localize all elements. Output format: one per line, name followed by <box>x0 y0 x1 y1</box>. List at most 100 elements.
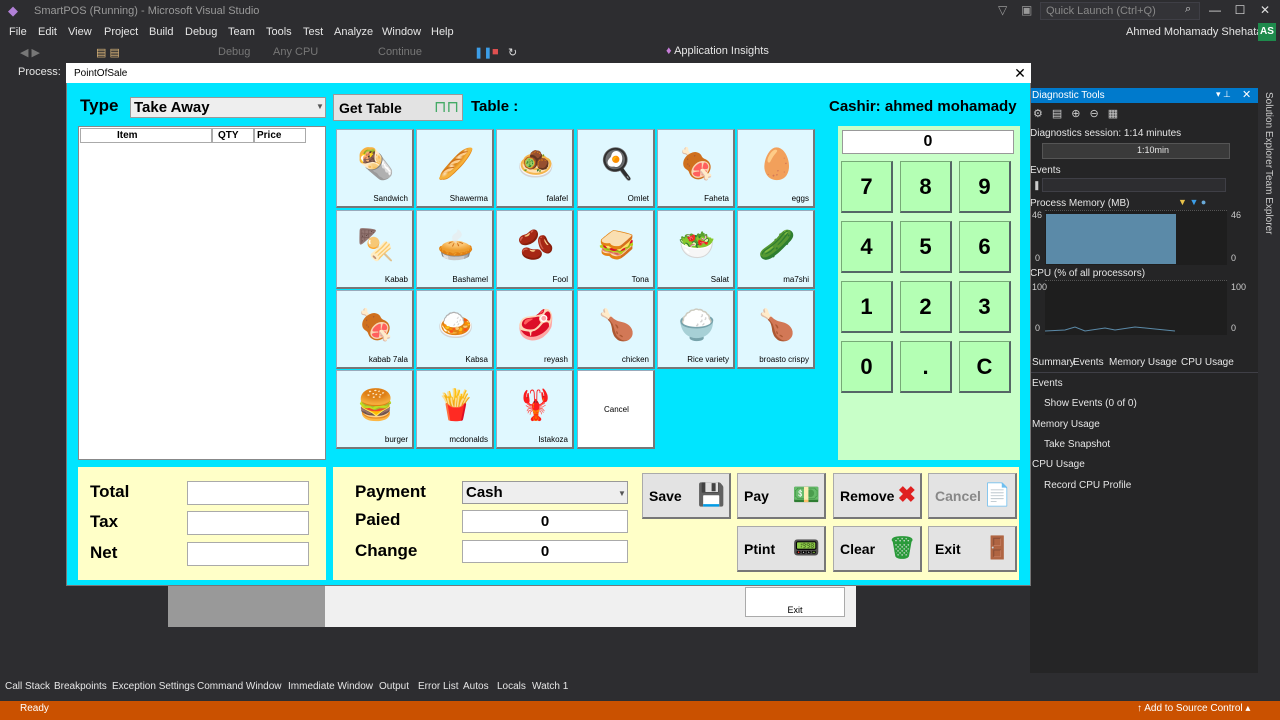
product-shawerma[interactable]: 🥖 Shawerma <box>416 129 494 208</box>
product-kabab-7ala[interactable]: 🍖 kabab 7ala <box>336 290 414 369</box>
product-reyash[interactable]: 🥩 reyash <box>496 290 574 369</box>
team-explorer-tab[interactable]: Team Explorer <box>1263 170 1274 234</box>
tab-breakpoints[interactable]: Breakpoints <box>54 681 107 692</box>
menu-debug[interactable]: Debug <box>185 26 217 38</box>
tab-watch-1[interactable]: Watch 1 <box>532 681 568 692</box>
pin-icon[interactable]: ▾ ⊥ <box>1216 89 1231 100</box>
key-0[interactable]: 0 <box>841 341 893 393</box>
change-field[interactable]: 0 <box>462 540 628 563</box>
pos-close-button[interactable]: ✕ <box>1010 63 1030 83</box>
product-broasto-crispy[interactable]: 🍗 broasto crispy <box>737 290 815 369</box>
key-4[interactable]: 4 <box>841 221 893 273</box>
remove-button[interactable]: Remove ✖ <box>833 473 922 519</box>
product-rice-variety[interactable]: 🍚 Rice variety <box>657 290 735 369</box>
platform-dropdown[interactable]: Any CPU <box>273 46 318 58</box>
payment-chevron-down-icon[interactable]: ▼ <box>618 489 626 498</box>
tab-summary[interactable]: Summary <box>1032 357 1075 368</box>
menu-file[interactable]: File <box>9 26 27 38</box>
take-snapshot-link[interactable]: Take Snapshot <box>1044 439 1110 450</box>
tab-exception-settings[interactable]: Exception Settings <box>112 681 195 692</box>
product-kabab[interactable]: 🍢 Kabab <box>336 210 414 289</box>
product-fool[interactable]: 🫘 Fool <box>496 210 574 289</box>
menu-analyze[interactable]: Analyze <box>334 26 373 38</box>
product-salat[interactable]: 🥗 Salat <box>657 210 735 289</box>
tab-immediate-window[interactable]: Immediate Window <box>288 681 373 692</box>
total-field[interactable] <box>187 481 309 505</box>
menu-tools[interactable]: Tools <box>266 26 292 38</box>
maximize-button[interactable]: ☐ <box>1230 2 1250 18</box>
tax-field[interactable] <box>187 511 309 535</box>
chevron-down-icon[interactable]: ▼ <box>316 102 324 111</box>
key-2[interactable]: 2 <box>900 281 952 333</box>
net-field[interactable] <box>187 542 309 566</box>
diagnostic-toolbar-icons[interactable]: ⚙▤⊕⊖▦ <box>1033 107 1127 120</box>
paied-field[interactable]: 0 <box>462 510 628 533</box>
feedback-icon[interactable]: ▣ <box>1021 3 1032 17</box>
product-mcdonalds[interactable]: 🍟 mcdonalds <box>416 370 494 449</box>
product-chicken[interactable]: 🍗 chicken <box>577 290 655 369</box>
close-button[interactable]: ✕ <box>1255 2 1275 18</box>
tab-locals[interactable]: Locals <box>497 681 526 692</box>
record-cpu-profile-link[interactable]: Record CPU Profile <box>1044 480 1131 491</box>
order-grid[interactable] <box>78 126 326 460</box>
menu-window[interactable]: Window <box>382 26 421 38</box>
key-dot[interactable]: . <box>900 341 952 393</box>
pay-button[interactable]: Pay 💵 <box>737 473 826 519</box>
product-kabsa[interactable]: 🍛 Kabsa <box>416 290 494 369</box>
numpad-display[interactable]: 0 <box>842 130 1014 154</box>
solution-explorer-tab[interactable]: Solution Explorer <box>1263 92 1274 168</box>
type-select[interactable]: Take Away <box>130 97 326 118</box>
product-faheta[interactable]: 🍖 Faheta <box>657 129 735 208</box>
key-8[interactable]: 8 <box>900 161 952 213</box>
print-button[interactable]: Ptint 📟 <box>737 526 826 572</box>
pause-icon[interactable]: ❚❚ <box>474 46 492 59</box>
continue-button[interactable]: Continue <box>378 46 422 58</box>
menu-test[interactable]: Test <box>303 26 323 38</box>
tab-call-stack[interactable]: Call Stack <box>5 681 50 692</box>
key-5[interactable]: 5 <box>900 221 952 273</box>
show-events-link[interactable]: Show Events (0 of 0) <box>1044 398 1137 409</box>
tab-events[interactable]: Events <box>1073 357 1104 368</box>
tab-autos[interactable]: Autos <box>463 681 489 692</box>
open-folder-icon[interactable]: ▤ ▤ <box>96 46 120 59</box>
product-omlet[interactable]: 🍳 Omlet <box>577 129 655 208</box>
tab-memory-usage[interactable]: Memory Usage <box>1109 357 1177 368</box>
cancel-button[interactable]: Cancel 📄 <box>928 473 1017 519</box>
add-to-source-control[interactable]: ↑ Add to Source Control ▴ <box>1137 703 1250 714</box>
product-sandwich[interactable]: 🌯 Sandwich <box>336 129 414 208</box>
key-7[interactable]: 7 <box>841 161 893 213</box>
back-icon[interactable]: ◀ ▶ <box>20 46 40 59</box>
background-exit-button[interactable]: Exit <box>745 587 845 617</box>
menu-help[interactable]: Help <box>431 26 454 38</box>
tab-cpu-usage[interactable]: CPU Usage <box>1181 357 1234 368</box>
exit-button[interactable]: Exit 🚪 <box>928 526 1017 572</box>
config-dropdown[interactable]: Debug <box>218 46 250 58</box>
tab-command-window[interactable]: Command Window <box>197 681 281 692</box>
key-6[interactable]: 6 <box>959 221 1011 273</box>
tab-error-list[interactable]: Error List <box>418 681 459 692</box>
restart-icon[interactable]: ↻ <box>508 46 517 59</box>
grid-header-qty[interactable]: QTY <box>212 128 254 143</box>
product-burger[interactable]: 🍔 burger <box>336 370 414 449</box>
product-eggs[interactable]: 🥚 eggs <box>737 129 815 208</box>
stop-icon[interactable]: ■ <box>492 46 499 58</box>
key-3[interactable]: 3 <box>959 281 1011 333</box>
grid-header-item[interactable]: Item <box>80 128 212 143</box>
key-clear[interactable]: C <box>959 341 1011 393</box>
key-1[interactable]: 1 <box>841 281 893 333</box>
user-name[interactable]: Ahmed Mohamady Shehata <box>1126 26 1262 38</box>
menu-build[interactable]: Build <box>149 26 173 38</box>
timeline-ruler[interactable] <box>1042 143 1230 159</box>
application-insights-button[interactable]: ♦ Application Insights <box>666 45 769 57</box>
payment-method-select[interactable]: Cash <box>462 481 628 504</box>
key-9[interactable]: 9 <box>959 161 1011 213</box>
avatar[interactable]: AS <box>1258 23 1276 41</box>
product-istakoza[interactable]: 🦞 Istakoza <box>496 370 574 449</box>
save-button[interactable]: Save 💾 <box>642 473 731 519</box>
menu-view[interactable]: View <box>68 26 92 38</box>
search-icon[interactable]: ⌕ <box>1185 3 1191 16</box>
product-ma7shi[interactable]: 🥒 ma7shi <box>737 210 815 289</box>
panel-close-icon[interactable]: ✕ <box>1242 88 1251 101</box>
minimize-button[interactable]: — <box>1205 2 1225 18</box>
clear-button[interactable]: Clear 🗑 <box>833 526 922 572</box>
